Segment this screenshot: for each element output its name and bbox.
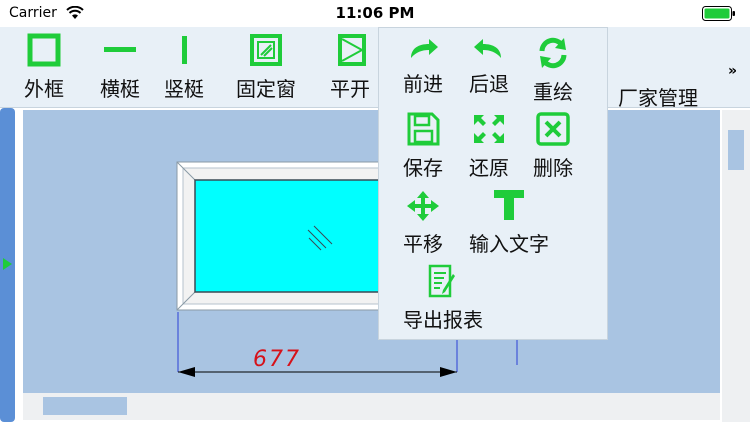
redraw-label: 重绘 [533, 80, 573, 104]
casement-button[interactable]: 平开 [330, 33, 370, 102]
outer-frame-label: 外框 [24, 77, 64, 101]
fixed-window-button[interactable]: 固定窗 [236, 33, 296, 102]
redraw-button[interactable]: 重绘 [533, 36, 573, 105]
toolbar: 外框 横梃 竖梃 固定窗 平开 » 厂家管理 » [0, 27, 750, 129]
fixed-window-label: 固定窗 [236, 77, 296, 101]
overflow-button[interactable]: » [728, 63, 737, 79]
back-button[interactable]: 后退 [469, 36, 509, 97]
status-bar: Carrier 11:06 PM [0, 0, 750, 27]
delete-button[interactable]: 删除 [533, 112, 573, 181]
vertical-scroll-thumb[interactable] [728, 130, 744, 170]
horizontal-scroll-thumb[interactable] [43, 397, 127, 415]
clock: 11:06 PM [335, 4, 415, 22]
square-frame-icon [27, 33, 61, 67]
export-report-label: 导出报表 [403, 308, 483, 332]
expand-arrows-icon [474, 115, 504, 143]
move-arrows-icon [407, 191, 439, 221]
window-drawing[interactable] [23, 110, 720, 393]
report-edit-icon [428, 264, 455, 298]
vertical-scrollbar[interactable] [722, 110, 750, 422]
outer-frame-button[interactable]: 外框 [24, 33, 64, 102]
dimension-label: 677 [253, 347, 301, 372]
fixed-window-icon [250, 34, 282, 66]
drawing-canvas[interactable]: 677 [23, 110, 720, 393]
vertical-mullion-label: 竖梃 [164, 77, 204, 101]
delete-label: 删除 [533, 156, 573, 180]
redo-arrow-icon [411, 39, 438, 58]
input-text-label: 输入文字 [469, 232, 549, 256]
expand-arrow-icon[interactable] [3, 258, 12, 270]
casement-window-icon [338, 34, 366, 66]
pan-label: 平移 [403, 232, 443, 256]
forward-button[interactable]: 前进 [403, 36, 443, 97]
export-report-button[interactable]: 导出报表 [403, 264, 483, 333]
casement-label: 平开 [330, 77, 370, 101]
floppy-disk-icon [407, 112, 440, 146]
input-text-button[interactable]: 输入文字 [469, 188, 549, 257]
forward-label: 前进 [403, 72, 443, 96]
vertical-bar-icon [182, 36, 187, 64]
horizontal-mullion-button[interactable]: 横梃 [98, 33, 142, 102]
horizontal-scrollbar[interactable] [23, 393, 720, 420]
restore-button[interactable]: 还原 [469, 112, 509, 181]
refresh-icon [539, 37, 567, 69]
close-box-icon [536, 112, 570, 146]
text-tool-icon [494, 190, 524, 220]
undo-arrow-icon [474, 39, 501, 58]
restore-label: 还原 [469, 156, 509, 180]
horizontal-mullion-label: 横梃 [100, 77, 140, 101]
save-button[interactable]: 保存 [403, 112, 443, 181]
vendor-management-button[interactable]: 厂家管理 [618, 82, 698, 111]
more-tools-popup: 前进 后退 重绘 保存 还原 删除 平移 输入文字 导出报表 [378, 27, 608, 340]
horizontal-bar-icon [104, 47, 136, 52]
save-label: 保存 [403, 156, 443, 180]
back-label: 后退 [469, 72, 509, 96]
vertical-mullion-button[interactable]: 竖梃 [162, 33, 206, 102]
pan-button[interactable]: 平移 [403, 190, 443, 257]
battery-icon [702, 6, 735, 21]
